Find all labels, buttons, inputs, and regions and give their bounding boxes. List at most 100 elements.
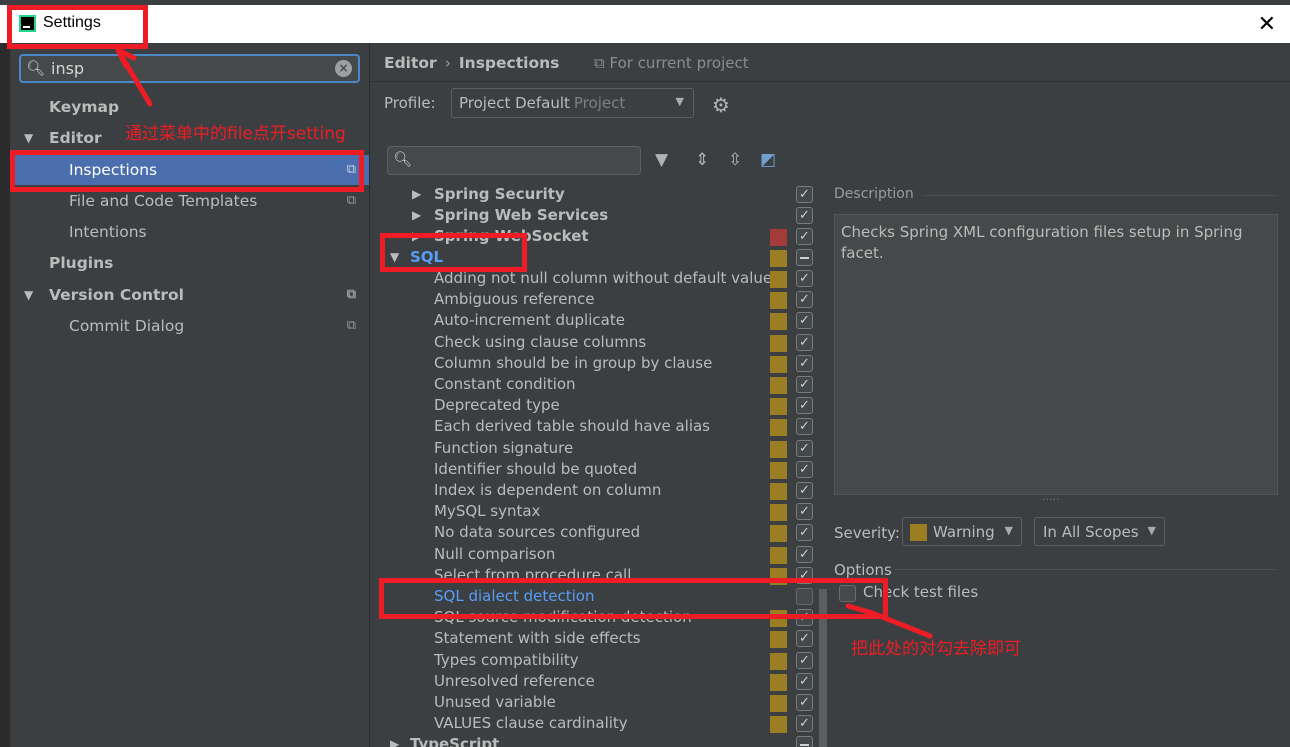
checkbox[interactable]: ✓ bbox=[796, 524, 813, 542]
sidebar-item-label: Keymap bbox=[49, 98, 120, 116]
checkbox[interactable]: ✓ bbox=[796, 715, 813, 733]
settings-search-input[interactable]: 🔍︎ insp × bbox=[19, 54, 360, 83]
row-label: Statement with side effects bbox=[434, 629, 641, 648]
row-label: Deprecated type bbox=[434, 396, 560, 415]
checkbox[interactable]: ✓ bbox=[796, 418, 813, 436]
search-icon: 🔍︎ bbox=[393, 150, 413, 168]
checkbox[interactable]: ✓ bbox=[796, 651, 813, 669]
tree-row-inspection[interactable]: Identifier should be quoted ✓ bbox=[384, 459, 817, 480]
sidebar-item-intentions[interactable]: Intentions bbox=[10, 217, 369, 247]
expand-all-icon[interactable]: ⇕ bbox=[695, 150, 709, 170]
checkbox[interactable]: ✓ bbox=[796, 694, 813, 711]
checkbox[interactable]: ✓ bbox=[796, 439, 813, 457]
sidebar-item-version-control[interactable]: ▼ Version Control ⧉ bbox=[10, 280, 369, 310]
tree-row-inspection[interactable]: Deprecated type ✓ bbox=[384, 395, 817, 416]
search-value[interactable]: insp bbox=[51, 59, 331, 78]
expand-arrow-icon[interactable]: ▼ bbox=[24, 123, 33, 153]
scrollbar[interactable] bbox=[819, 184, 827, 747]
severity-value: Warning bbox=[933, 523, 995, 541]
sidebar-item-keymap[interactable]: Keymap bbox=[10, 92, 369, 122]
tree-row-group[interactable]: ▶ Spring Security ✓ bbox=[384, 184, 817, 205]
tree-row-inspection[interactable]: MySQL syntax ✓ bbox=[384, 501, 817, 522]
tree-row-inspection[interactable]: Function signature ✓ bbox=[384, 438, 817, 459]
checkbox[interactable]: ✓ bbox=[796, 376, 813, 393]
checkbox[interactable]: ✓ bbox=[796, 397, 813, 415]
tree-row-inspection[interactable]: Constant condition ✓ bbox=[384, 374, 817, 395]
row-label: Identifier should be quoted bbox=[434, 459, 638, 478]
chevron-down-icon: ▼ bbox=[675, 95, 684, 108]
checkbox[interactable] bbox=[796, 249, 813, 266]
sidebar-item-label: Version Control bbox=[49, 286, 184, 304]
sidebar-item-plugins[interactable]: Plugins bbox=[10, 248, 369, 278]
clear-icon[interactable]: × bbox=[335, 60, 352, 77]
checkbox[interactable] bbox=[796, 736, 813, 747]
tree-row-inspection[interactable]: Types compatibility ✓ bbox=[384, 650, 817, 671]
tree-row-group[interactable]: ▶ Spring Web Services ✓ bbox=[384, 205, 817, 226]
checkbox[interactable]: ✓ bbox=[796, 186, 813, 203]
expand-arrow-icon[interactable]: ▶ bbox=[390, 734, 399, 747]
checkbox[interactable]: ✓ bbox=[796, 291, 813, 309]
severity-dropdown[interactable]: Warning ▼ bbox=[902, 517, 1022, 546]
tree-row-inspection[interactable]: Unresolved reference ✓ bbox=[384, 671, 817, 692]
checkbox[interactable]: ✓ bbox=[796, 207, 813, 224]
divider bbox=[895, 569, 1275, 570]
sidebar-item-label: Intentions bbox=[69, 223, 147, 241]
checkbox[interactable]: ✓ bbox=[796, 482, 813, 499]
row-label: Unresolved reference bbox=[434, 671, 595, 690]
tree-row-inspection[interactable]: Check using clause columns ✓ bbox=[384, 332, 817, 353]
close-icon[interactable]: ✕ bbox=[1258, 12, 1276, 37]
tree-row-inspection[interactable]: Auto-increment duplicate ✓ bbox=[384, 310, 817, 331]
tree-row-inspection[interactable]: No data sources configured ✓ bbox=[384, 522, 817, 543]
expand-arrow-icon[interactable]: ▶ bbox=[412, 184, 421, 205]
filter-icon[interactable]: ▼ bbox=[655, 150, 668, 170]
tree-row-inspection[interactable]: Each derived table should have alias ✓ bbox=[384, 416, 817, 437]
row-label: Spring Web Services bbox=[434, 206, 609, 224]
sidebar-item-label: Editor bbox=[49, 129, 102, 147]
resize-handle[interactable]: ····· bbox=[1042, 493, 1059, 506]
eraser-icon[interactable]: ◩ bbox=[760, 150, 776, 170]
tree-row-inspection[interactable]: Statement with side effects ✓ bbox=[384, 628, 817, 649]
checkbox[interactable]: ✓ bbox=[796, 354, 813, 372]
tree-row-inspection[interactable]: Ambiguous reference ✓ bbox=[384, 289, 817, 310]
severity-swatch bbox=[910, 524, 927, 541]
checkbox[interactable]: ✓ bbox=[796, 228, 813, 245]
tree-row-inspection[interactable]: Index is dependent on column ✓ bbox=[384, 480, 817, 501]
checkbox[interactable]: ✓ bbox=[796, 270, 813, 287]
row-label: Types compatibility bbox=[434, 650, 579, 669]
expand-arrow-icon[interactable]: ▼ bbox=[24, 280, 33, 310]
checkbox[interactable]: ✓ bbox=[796, 312, 813, 330]
tree-row-group[interactable]: ▶ TypeScript bbox=[384, 734, 817, 747]
scope-dropdown[interactable]: In All Scopes ▼ bbox=[1034, 517, 1165, 546]
sidebar-item-commit-dialog[interactable]: Commit Dialog ⧉ bbox=[10, 311, 369, 341]
checkbox[interactable]: ✓ bbox=[796, 503, 813, 521]
profile-dropdown[interactable]: Project Default Project ▼ bbox=[451, 88, 694, 118]
row-label: Null comparison bbox=[434, 544, 556, 563]
checkbox[interactable]: ✓ bbox=[796, 460, 813, 478]
row-label: Each derived table should have alias bbox=[434, 417, 710, 436]
tree-row-inspection[interactable]: Column should be in group by clause ✓ bbox=[384, 353, 817, 374]
tree-row-inspection[interactable]: Unused variable ✓ bbox=[384, 692, 817, 713]
settings-icon[interactable]: ⚙ bbox=[712, 93, 730, 117]
tree-row-inspection[interactable]: VALUES clause cardinality ✓ bbox=[384, 713, 817, 734]
severity-swatch bbox=[770, 631, 787, 649]
collapse-all-icon[interactable]: ⇳ bbox=[728, 150, 742, 170]
checkbox[interactable]: ✓ bbox=[796, 630, 813, 648]
checkbox[interactable]: ✓ bbox=[796, 545, 813, 563]
inspection-filter-input[interactable]: 🔍︎ bbox=[387, 146, 641, 175]
row-label: Spring Security bbox=[434, 185, 565, 203]
checkbox[interactable]: ✓ bbox=[796, 333, 813, 351]
sidebar-item-label: Commit Dialog bbox=[69, 317, 185, 335]
inspections-panel: Editor › Inspections ⧉ For current project… bbox=[369, 43, 1290, 747]
row-label: MySQL syntax bbox=[434, 502, 541, 521]
row-label: TypeScript bbox=[410, 735, 500, 747]
tree-row-inspection[interactable]: Null comparison ✓ bbox=[384, 544, 817, 565]
breadcrumb-editor[interactable]: Editor bbox=[384, 54, 437, 72]
expand-arrow-icon[interactable]: ▶ bbox=[412, 205, 421, 226]
severity-swatch bbox=[770, 440, 787, 458]
severity-swatch bbox=[770, 419, 787, 437]
annotation-box-title bbox=[7, 5, 148, 49]
row-label: Column should be in group by clause bbox=[434, 353, 713, 372]
search-icon: 🔍︎ bbox=[26, 59, 46, 77]
checkbox[interactable]: ✓ bbox=[796, 672, 813, 690]
severity-swatch bbox=[770, 652, 787, 670]
